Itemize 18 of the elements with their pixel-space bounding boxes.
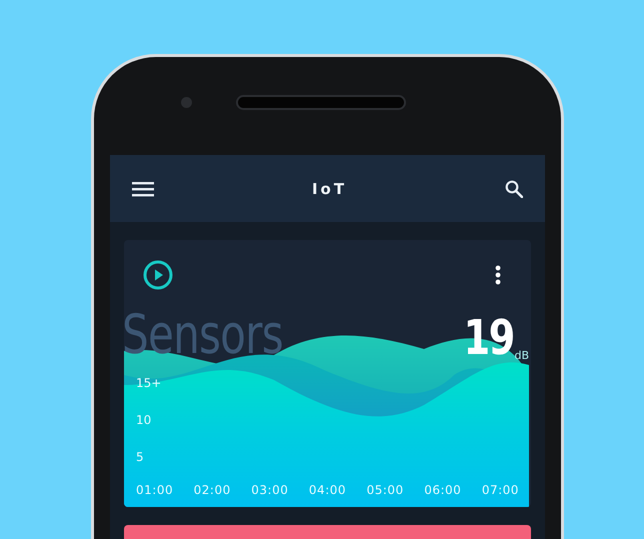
x-axis-label: 06:00 — [424, 483, 462, 497]
app-title: IoT — [312, 180, 348, 198]
search-icon[interactable] — [505, 180, 523, 198]
more-options-icon[interactable] — [495, 265, 501, 285]
card-title: Sensors — [124, 308, 283, 362]
camera-icon — [181, 97, 192, 108]
y-axis-label: 15+ — [136, 376, 162, 390]
menu-icon[interactable] — [132, 180, 154, 196]
play-icon[interactable] — [143, 260, 173, 290]
x-axis-label: 02:00 — [194, 483, 231, 497]
y-axis-label: 5 — [136, 450, 145, 464]
x-axis-label: 07:00 — [482, 483, 519, 497]
x-axis-label: 05:00 — [366, 483, 404, 497]
x-axis-label: 03:00 — [251, 483, 288, 497]
x-axis-label: 01:00 — [136, 483, 174, 497]
y-axis-label: 10 — [136, 413, 152, 427]
reading-unit: dB — [514, 349, 529, 362]
x-axis-label: 04:00 — [308, 483, 346, 497]
